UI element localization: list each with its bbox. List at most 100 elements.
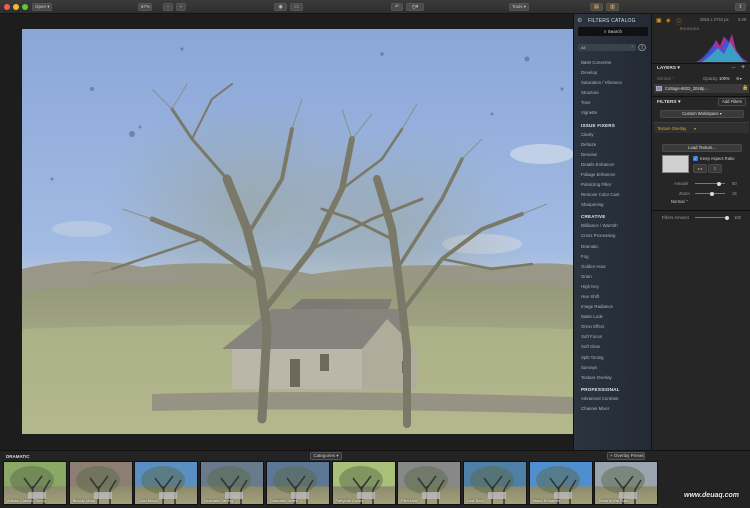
opacity-label: Opacity:	[703, 76, 719, 81]
catalog-item[interactable]: Details Enhancer	[574, 160, 651, 170]
catalog-item[interactable]: Brilliance / Warmth	[574, 221, 651, 231]
preset-thumbnail[interactable]: Fairytale Colors	[331, 461, 396, 505]
catalog-item[interactable]: Cross Processing	[574, 231, 651, 241]
layers-title[interactable]: LAYERS ▾	[657, 66, 680, 71]
filters-amount-slider-knob[interactable]	[725, 215, 729, 220]
catalog-item[interactable]: B&W Converter	[574, 58, 651, 68]
zoom-out-button[interactable]: −	[163, 3, 173, 11]
catalog-item[interactable]: Polarizing Filter	[574, 180, 651, 190]
zoom-window-icon[interactable]	[22, 4, 28, 10]
zoom-value: 16	[732, 191, 737, 196]
opacity-value[interactable]: 100%	[719, 76, 730, 81]
panel-sidebar-icon[interactable]: ▥	[606, 3, 619, 11]
catalog-item[interactable]: Advanced Contrast	[574, 394, 651, 404]
info-icon[interactable]: i	[638, 44, 646, 51]
catalog-item[interactable]: Soft Focus	[574, 332, 651, 342]
catalog-item[interactable]: Vignette	[574, 108, 651, 118]
filters-amount-slider[interactable]	[695, 215, 729, 220]
custom-workspace-select[interactable]: Custom Workspace ▾	[660, 110, 744, 118]
undo-icon[interactable]: ↶	[391, 3, 403, 11]
preset-thumbnail[interactable]: Lost Soul	[462, 461, 527, 505]
panel-layout-icon[interactable]: ▤	[590, 3, 603, 11]
layers-icon[interactable]: ◈	[666, 17, 671, 24]
catalog-item[interactable]: Denoise	[574, 150, 651, 160]
catalog-item[interactable]: Soft Glow	[574, 342, 651, 352]
catalog-filter-select[interactable]: All ⌃	[578, 44, 636, 51]
info-panel-icon[interactable]: ⓘ	[676, 17, 682, 26]
catalog-item[interactable]: Saturation / Vibrance	[574, 78, 651, 88]
keep-aspect-label: Keep Aspect Ratio	[700, 156, 735, 161]
preset-thumbnail[interactable]: Dramatic Tones	[265, 461, 330, 505]
close-window-icon[interactable]	[4, 4, 10, 10]
filters-title[interactable]: FILTERS ▾	[657, 100, 680, 105]
catalog-item[interactable]: Dramatic	[574, 242, 651, 252]
texture-blend-mode[interactable]: Normal ⌃	[671, 199, 689, 204]
preset-thumbnail[interactable]: Mood Enhancer	[528, 461, 593, 505]
catalog-search-button[interactable]: ⌕ Search	[578, 27, 648, 36]
texture-thumbnail[interactable]	[662, 155, 689, 173]
texture-overlay-header[interactable]: Texture Overlay ▾	[654, 122, 749, 133]
overlay-preset-button[interactable]: + Overlay Preset	[607, 452, 645, 460]
zoom-select[interactable]: 67%	[138, 3, 152, 11]
catalog-item[interactable]: Sharpening	[574, 200, 651, 210]
preset-thumbnail[interactable]: Dramatic Strong	[200, 461, 265, 505]
preset-thumbnail[interactable]: Film Noir	[397, 461, 462, 505]
catalog-item[interactable]: Tone	[574, 98, 651, 108]
catalog-item[interactable]: Foliage Enhancer	[574, 170, 651, 180]
title-bar: Open ▾ 67% − + ◉ ▭ ↶ ◷▾ Tools ▾ ▤ ▥ ⇪	[0, 0, 750, 14]
catalog-item[interactable]: Fog	[574, 252, 651, 262]
categories-select[interactable]: Categories ▾	[310, 452, 342, 460]
histogram-icon[interactable]: ▣	[656, 17, 662, 24]
lock-icon[interactable]: 🔒	[742, 85, 748, 91]
amount-slider[interactable]	[695, 181, 725, 186]
flip-vertical-icon[interactable]: ⇕	[708, 164, 722, 173]
compare-icon[interactable]: ▭	[290, 3, 303, 11]
gear-icon[interactable]: ⚙	[577, 17, 582, 24]
image-canvas[interactable]	[0, 14, 573, 450]
flip-horizontal-icon[interactable]: ▸◂	[693, 164, 707, 173]
zoom-slider[interactable]	[695, 191, 725, 196]
amount-slider-knob[interactable]	[717, 181, 721, 186]
preset-thumbnail[interactable]: Bloody Mary	[68, 461, 133, 505]
minimize-window-icon[interactable]	[13, 4, 19, 10]
preset-thumbnail[interactable]: Cold Mood	[134, 461, 199, 505]
catalog-item[interactable]: Clarity	[574, 130, 651, 140]
share-icon[interactable]: ⇪	[735, 3, 746, 11]
catalog-item[interactable]: Channel Mixer	[574, 404, 651, 414]
catalog-item[interactable]: Image Radiance	[574, 302, 651, 312]
catalog-item[interactable]: Hue Shift	[574, 292, 651, 302]
add-filters-button[interactable]: Add Filters	[718, 98, 746, 106]
catalog-item-partial[interactable]	[574, 52, 651, 58]
catalog-item[interactable]: Golden Hour	[574, 262, 651, 272]
catalog-item[interactable]: Grain	[574, 272, 651, 282]
tools-button[interactable]: Tools ▾	[509, 3, 529, 11]
eye-icon[interactable]: ◉	[274, 3, 287, 11]
catalog-item[interactable]: High Key	[574, 282, 651, 292]
add-layer-icon[interactable]: +	[741, 64, 745, 71]
layers-menu-icon[interactable]: –	[732, 65, 735, 71]
watermark-text: www.deuaq.com	[684, 492, 739, 499]
catalog-item[interactable]: Develop	[574, 68, 651, 78]
catalog-item[interactable]: Texture Overlay	[574, 373, 651, 383]
catalog-item[interactable]: Matte Look	[574, 312, 651, 322]
catalog-item[interactable]: Dehaze	[574, 140, 651, 150]
load-texture-button[interactable]: Load Texture...	[662, 144, 742, 152]
layer-blend-mode[interactable]: Normal ⌃	[657, 76, 675, 81]
history-icon[interactable]: ◷▾	[406, 3, 424, 11]
zoom-in-button[interactable]: +	[176, 3, 186, 11]
layer-row[interactable]: Cottage-6823_2048p... 🔒	[654, 84, 749, 93]
preset-thumbnail[interactable]: Artistic Classic Strong	[3, 461, 67, 505]
preset-thumbnail[interactable]: Tears in the Rain	[594, 461, 659, 505]
catalog-item[interactable]: Sunrays	[574, 363, 651, 373]
layer-settings-icon[interactable]: ⚙▾	[736, 76, 742, 81]
catalog-item[interactable]: Structure	[574, 88, 651, 98]
zoom-label: Zoom	[679, 191, 690, 196]
amount-label: Amount	[674, 181, 689, 186]
layer-thumbnail	[656, 86, 662, 91]
keep-aspect-checkbox[interactable]: ✓	[693, 156, 698, 161]
catalog-item[interactable]: Remove Color Cast	[574, 190, 651, 200]
open-button[interactable]: Open ▾	[32, 3, 52, 11]
catalog-item[interactable]: Orton Effect	[574, 322, 651, 332]
zoom-slider-knob[interactable]	[710, 191, 714, 196]
catalog-item[interactable]: Split Toning	[574, 353, 651, 363]
